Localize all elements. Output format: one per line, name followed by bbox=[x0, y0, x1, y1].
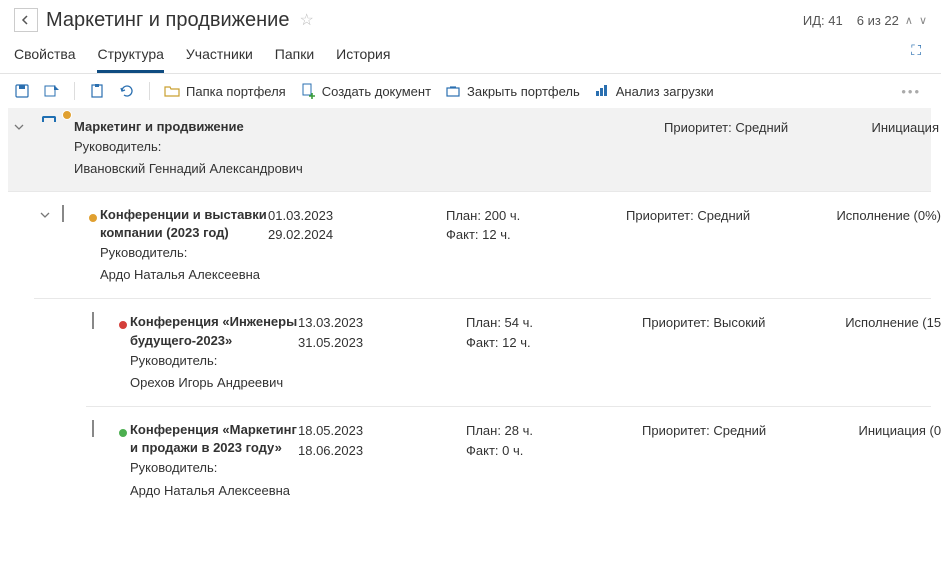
item-name: Конференция «Маркетинг и продажи в 2023 … bbox=[130, 421, 298, 502]
favorite-star-icon[interactable]: ☆ bbox=[299, 10, 313, 30]
status: Инициация (0%) bbox=[817, 421, 941, 441]
priority: Приоритет: Средний bbox=[626, 206, 801, 226]
chevron-down-icon bbox=[40, 210, 50, 220]
toolbar-label: Папка портфеля bbox=[186, 84, 286, 99]
plan-fact: План: 54 ч. Факт: 12 ч. bbox=[466, 313, 642, 352]
plan-fact: План: 28 ч. Факт: 0 ч. bbox=[466, 421, 642, 460]
manager-name: Ивановский Геннадий Александрович bbox=[74, 160, 664, 180]
date-end: 31.05.2023 bbox=[298, 333, 466, 353]
expand-window-icon[interactable]: ⛶ bbox=[911, 42, 921, 58]
item-title: Конференции и выставки компании (2023 го… bbox=[100, 206, 268, 242]
status-dot-icon bbox=[118, 320, 128, 330]
close-portfolio-icon bbox=[445, 83, 461, 99]
pager: 6 из 22 ∧ ∨ bbox=[857, 13, 927, 28]
tab-participants[interactable]: Участники bbox=[186, 42, 253, 73]
record-id: ИД: 41 bbox=[803, 13, 843, 28]
collapse-toggle[interactable] bbox=[14, 118, 36, 132]
date-start: 13.03.2023 bbox=[298, 313, 466, 333]
status: Исполнение (0%) bbox=[801, 206, 941, 226]
tab-bar: Свойства Структура Участники Папки Истор… bbox=[0, 36, 941, 74]
status-dot-icon bbox=[62, 110, 72, 120]
manager-label: Руководитель: bbox=[130, 352, 298, 372]
page-header: Маркетинг и продвижение ☆ ИД: 41 6 из 22… bbox=[0, 0, 941, 36]
date-end: 18.06.2023 bbox=[298, 441, 466, 461]
manager-label: Руководитель: bbox=[74, 138, 664, 158]
tree-root-row[interactable]: Маркетинг и продвижение Руководитель: Ив… bbox=[8, 108, 931, 192]
manager-name: Ардо Наталья Алексеевна bbox=[100, 266, 268, 286]
item-name: Маркетинг и продвижение Руководитель: Ив… bbox=[74, 118, 664, 181]
fact-hours: Факт: 12 ч. bbox=[446, 225, 626, 245]
plan-fact: План: 200 ч. Факт: 12 ч. bbox=[446, 206, 626, 245]
separator bbox=[74, 82, 75, 100]
collapse-toggle[interactable] bbox=[40, 206, 62, 220]
plan-hours: План: 54 ч. bbox=[466, 313, 642, 333]
plan-hours: План: 28 ч. bbox=[466, 421, 642, 441]
pager-next-icon[interactable]: ∨ bbox=[919, 14, 927, 27]
analyze-load-button[interactable]: Анализ загрузки bbox=[594, 83, 714, 99]
page-title: Маркетинг и продвижение bbox=[46, 9, 289, 32]
tab-properties[interactable]: Свойства bbox=[14, 42, 75, 73]
item-icon-cell bbox=[92, 421, 130, 436]
status-dot-icon bbox=[118, 428, 128, 438]
more-actions-icon[interactable]: ••• bbox=[901, 84, 927, 99]
dates: 01.03.2023 29.02.2024 bbox=[268, 206, 446, 245]
item-name: Конференция «Инженеры будущего-2023» Рук… bbox=[130, 313, 298, 394]
new-doc-icon bbox=[300, 83, 316, 99]
fact-hours: Факт: 12 ч. bbox=[466, 333, 642, 353]
item-icon-cell bbox=[92, 313, 130, 328]
arrow-left-icon bbox=[20, 14, 32, 26]
save-as-icon[interactable] bbox=[44, 83, 60, 99]
pager-prev-icon[interactable]: ∧ bbox=[905, 14, 913, 27]
date-start: 18.05.2023 bbox=[298, 421, 466, 441]
plan-hours: План: 200 ч. bbox=[446, 206, 626, 226]
tab-structure[interactable]: Структура bbox=[97, 42, 163, 73]
manager-label: Руководитель: bbox=[100, 244, 268, 264]
chevron-down-icon bbox=[14, 122, 24, 132]
priority: Приоритет: Высокий bbox=[642, 313, 817, 333]
item-title: Конференция «Инженеры будущего-2023» bbox=[130, 313, 298, 349]
priority: Приоритет: Средний bbox=[642, 421, 817, 441]
tree-row[interactable]: Конференция «Маркетинг и продажи в 2023 … bbox=[86, 407, 931, 514]
date-start: 01.03.2023 bbox=[268, 206, 446, 226]
status-dot-icon bbox=[88, 213, 98, 223]
tab-folders[interactable]: Папки bbox=[275, 42, 314, 73]
tab-history[interactable]: История bbox=[336, 42, 390, 73]
back-button[interactable] bbox=[14, 8, 38, 32]
close-portfolio-button[interactable]: Закрыть портфель bbox=[445, 83, 580, 99]
refresh-icon[interactable] bbox=[119, 83, 135, 99]
date-end: 29.02.2024 bbox=[268, 225, 446, 245]
folder-icon bbox=[164, 83, 180, 99]
portfolio-folder-button[interactable]: Папка портфеля bbox=[164, 83, 286, 99]
manager-name: Орехов Игорь Андреевич bbox=[130, 374, 298, 394]
item-icon-cell bbox=[62, 206, 100, 221]
tree-row[interactable]: Конференция «Инженеры будущего-2023» Рук… bbox=[86, 299, 931, 407]
pager-text: 6 из 22 bbox=[857, 13, 899, 28]
chart-icon bbox=[594, 83, 610, 99]
tree-row[interactable]: Конференции и выставки компании (2023 го… bbox=[34, 192, 931, 300]
priority: Приоритет: Средний bbox=[664, 118, 839, 138]
create-document-button[interactable]: Создать документ bbox=[300, 83, 431, 99]
item-title: Маркетинг и продвижение bbox=[74, 118, 664, 136]
dates: 13.03.2023 31.05.2023 bbox=[298, 313, 466, 352]
status: Исполнение (15%) bbox=[817, 313, 941, 333]
tree-content: Маркетинг и продвижение Руководитель: Ив… bbox=[0, 108, 941, 514]
toolbar-label: Анализ загрузки bbox=[616, 84, 714, 99]
separator bbox=[149, 82, 150, 100]
toolbar-label: Создать документ bbox=[322, 84, 431, 99]
project-icon bbox=[92, 312, 94, 329]
item-name: Конференции и выставки компании (2023 го… bbox=[100, 206, 268, 287]
item-title: Конференция «Маркетинг и продажи в 2023 … bbox=[130, 421, 298, 457]
manager-name: Ардо Наталья Алексеевна bbox=[130, 482, 298, 502]
toolbar-label: Закрыть портфель bbox=[467, 84, 580, 99]
project-icon bbox=[92, 420, 94, 437]
manager-label: Руководитель: bbox=[130, 459, 298, 479]
toolbar: Папка портфеля Создать документ Закрыть … bbox=[0, 74, 941, 108]
dates: 18.05.2023 18.06.2023 bbox=[298, 421, 466, 460]
project-icon bbox=[62, 205, 64, 222]
save-icon[interactable] bbox=[14, 83, 30, 99]
clipboard-icon[interactable] bbox=[89, 83, 105, 99]
fact-hours: Факт: 0 ч. bbox=[466, 441, 642, 461]
status: Инициация bbox=[839, 118, 939, 138]
